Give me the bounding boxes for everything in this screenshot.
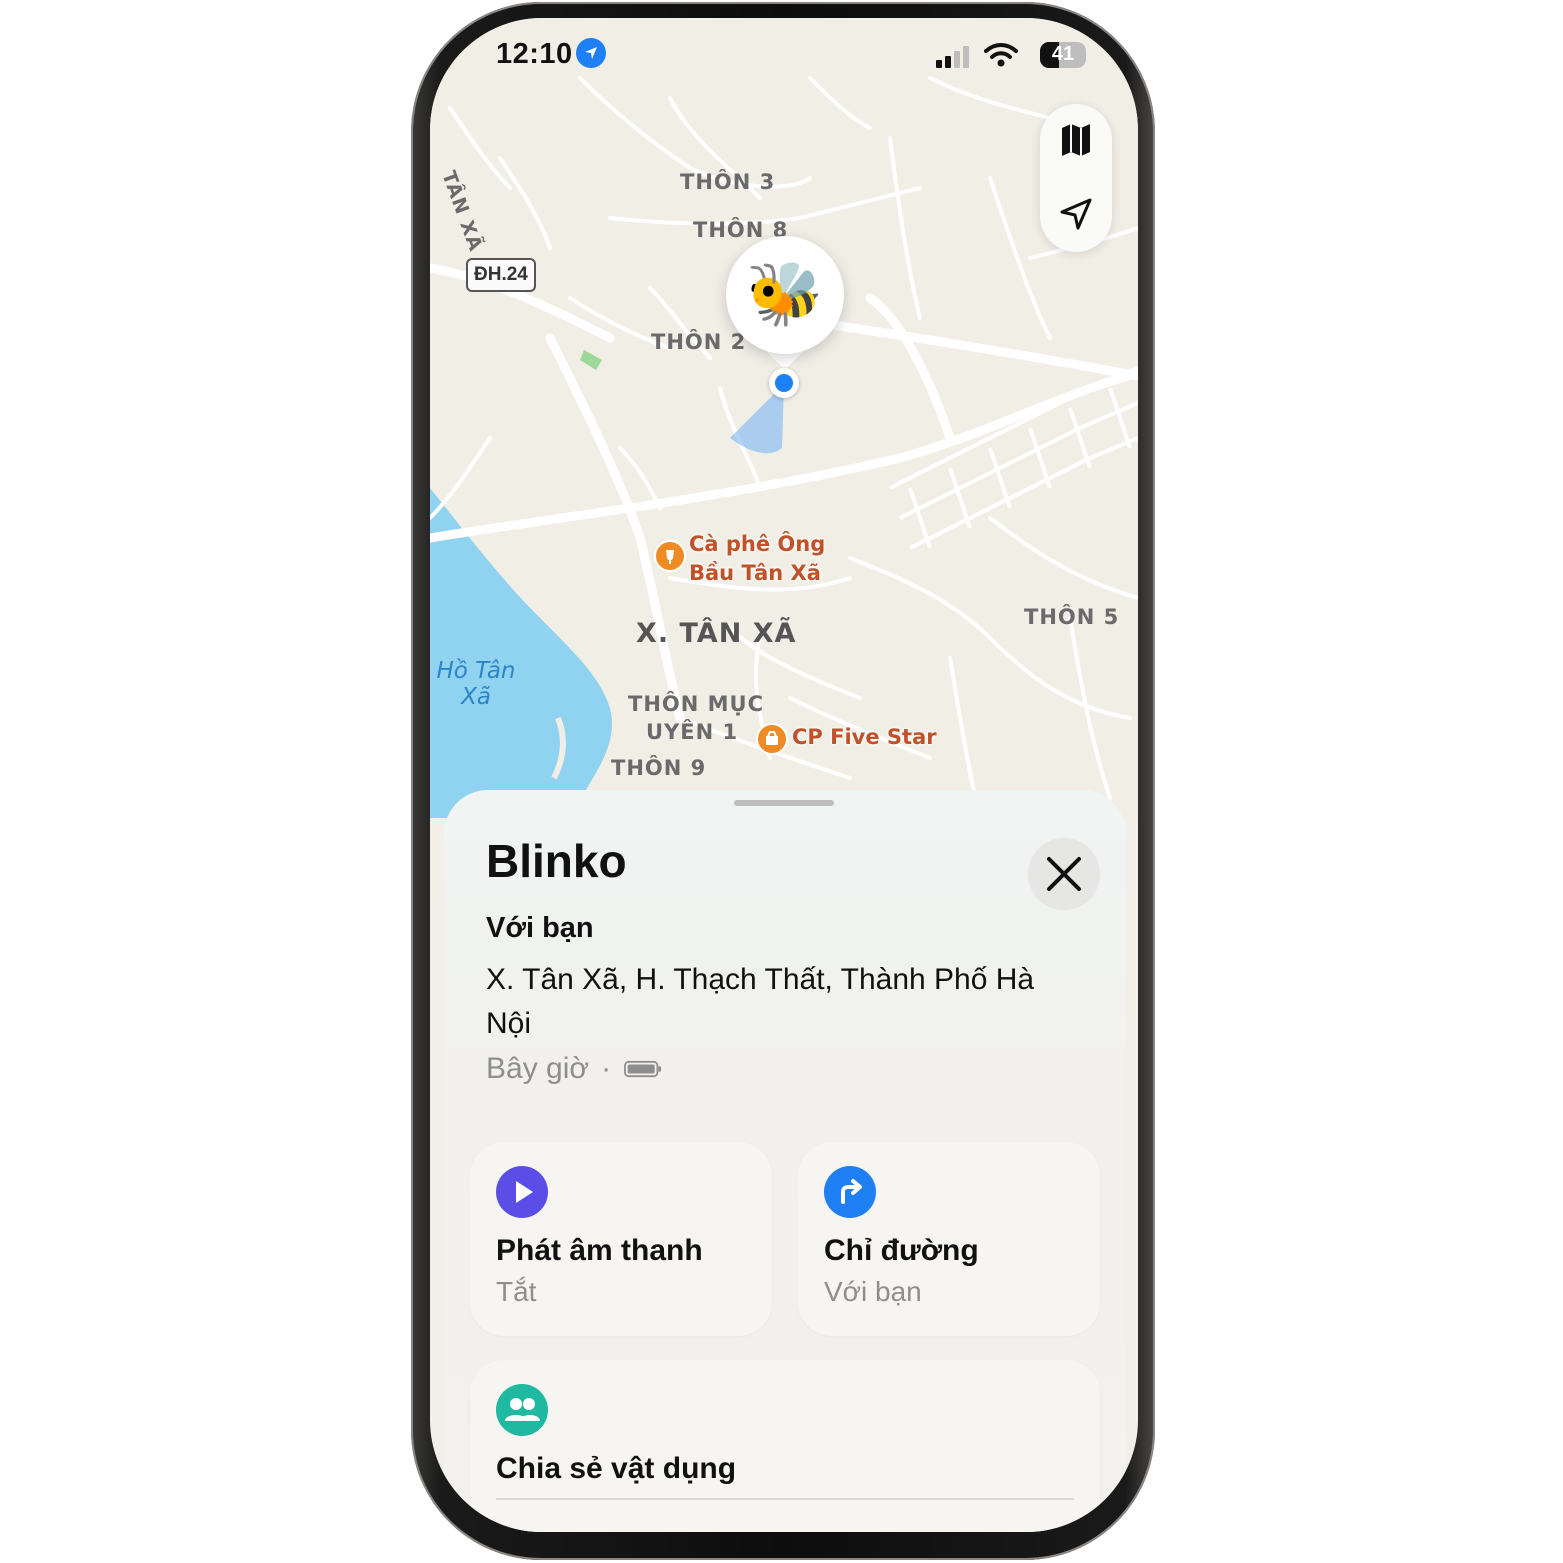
play-sound-subtitle: Tắt [496, 1276, 537, 1307]
map-label-thon-muc-uyen-1: THÔN MỤC [628, 692, 764, 716]
directions-title: Chỉ đường [824, 1234, 979, 1267]
play-icon [496, 1166, 548, 1218]
cafe-poi-label-line1: Cà phê Ông [689, 532, 826, 556]
status-right: 41 [936, 42, 1086, 68]
water-label-line1: Hồ Tân [436, 658, 516, 684]
close-icon [1047, 857, 1081, 891]
map-mode-button[interactable] [1040, 104, 1112, 176]
divider [496, 1498, 1074, 1500]
close-button[interactable] [1028, 838, 1100, 910]
item-detail-sheet: Blinko Với bạn X. Tân Xã, H. Thạch Thất,… [444, 790, 1126, 1532]
map-roads [430, 76, 1138, 818]
map-label-x-tan-xa: X. TÂN XÃ [636, 618, 797, 649]
share-item-card[interactable]: Chia sẻ vật dụng [470, 1360, 1100, 1532]
item-battery-icon [624, 1060, 662, 1078]
wifi-icon [984, 43, 1018, 67]
water-label-line2: Xã [461, 684, 491, 710]
store-poi-icon[interactable] [756, 723, 788, 755]
battery-level: 41 [1051, 43, 1075, 65]
water-label: Hồ Tân Xã [430, 658, 522, 710]
status-time: 12:10 [496, 38, 573, 70]
people-icon [496, 1384, 548, 1436]
location-arrow-outline-icon [1060, 198, 1092, 230]
directions-card[interactable]: Chỉ đường Với bạn [798, 1142, 1100, 1336]
map-label-thon-5: THÔN 5 [1024, 605, 1120, 629]
cafe-poi-label-line2: Bầu Tân Xã [689, 561, 821, 585]
item-pin[interactable]: 🐝 [726, 236, 844, 354]
current-location-button[interactable] [1040, 178, 1112, 250]
last-seen-row: Bây giờ · [486, 1052, 663, 1086]
item-title: Blinko [486, 835, 627, 887]
play-sound-title: Phát âm thanh [496, 1234, 703, 1267]
last-seen-time: Bây giờ [486, 1052, 590, 1085]
battery-indicator: 41 [1040, 42, 1086, 68]
play-sound-card[interactable]: Phát âm thanh Tắt [470, 1142, 772, 1336]
map-label-thon-9: THÔN 9 [611, 756, 707, 780]
screen: 12:10 41 TÂN XÃ ĐH.24 THÔN 3 THÔN 8 THÔN… [430, 18, 1138, 1532]
meta-separator: · [601, 1052, 612, 1085]
cafe-poi-icon[interactable] [654, 540, 686, 572]
user-location-dot [769, 368, 799, 398]
location-status: Với bạn [486, 912, 594, 944]
map-view[interactable]: 12:10 41 TÂN XÃ ĐH.24 THÔN 3 THÔN 8 THÔN… [430, 18, 1138, 818]
map-label-thon-muc-uyen-2: UYÊN 1 [646, 720, 739, 744]
item-emoji: 🐝 [746, 257, 824, 330]
cafe-poi-label[interactable]: Cà phê Ông Bầu Tân Xã [689, 530, 825, 588]
item-address: X. Tân Xã, H. Thạch Thất, Thành Phố Hà N… [486, 963, 1035, 1040]
directions-subtitle: Với bạn [824, 1276, 922, 1307]
map-icon [1062, 124, 1090, 156]
directions-icon [824, 1166, 876, 1218]
cellular-signal-icon [936, 46, 969, 68]
store-poi-label[interactable]: CP Five Star [792, 723, 937, 752]
road-badge: ĐH.24 [466, 258, 536, 292]
share-item-title: Chia sẻ vật dụng [496, 1452, 737, 1485]
sheet-grabber[interactable] [734, 800, 834, 806]
map-label-thon-3: THÔN 3 [680, 170, 776, 194]
map-controls [1040, 104, 1112, 252]
location-arrow-icon [576, 38, 606, 68]
